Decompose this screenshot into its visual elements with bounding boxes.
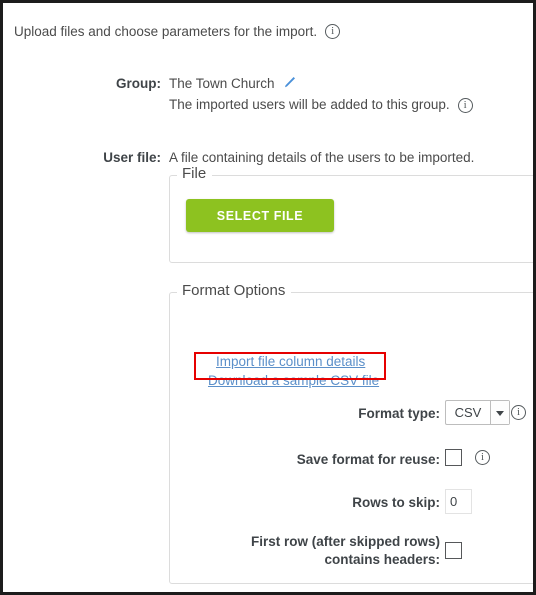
format-options-fieldset: Format Options Import file column detail… — [169, 282, 533, 584]
import-file-column-details-link[interactable]: Import file column details — [216, 354, 365, 369]
user-file-description: A file containing details of the users t… — [169, 150, 475, 165]
group-description-row: The imported users will be added to this… — [169, 97, 473, 113]
info-icon[interactable] — [457, 97, 473, 113]
import-users-panel: Upload files and choose parameters for t… — [0, 0, 536, 595]
save-format-label: Save format for reuse: — [296, 452, 440, 467]
pencil-icon[interactable] — [282, 76, 296, 90]
rows-to-skip-label: Rows to skip: — [352, 495, 440, 510]
group-description: The imported users will be added to this… — [169, 97, 450, 112]
first-row-headers-label: First row (after skipped rows) contains … — [220, 533, 440, 569]
user-file-label: User file: — [103, 150, 161, 165]
rows-to-skip-input[interactable] — [445, 489, 472, 514]
info-icon[interactable] — [325, 23, 341, 39]
file-fieldset-legend: File — [177, 165, 213, 182]
panel-content: Upload files and choose parameters for t… — [3, 3, 533, 592]
first-row-headers-checkbox[interactable] — [445, 542, 462, 559]
file-fieldset: File SELECT FILE — [169, 165, 533, 263]
format-type-select[interactable]: CSV — [445, 400, 510, 425]
download-sample-csv-link[interactable]: Download a sample CSV file — [208, 373, 379, 388]
info-icon[interactable] — [475, 450, 490, 465]
format-type-value: CSV — [454, 405, 482, 420]
chevron-down-icon[interactable] — [490, 401, 509, 424]
intro-line: Upload files and choose parameters for t… — [14, 23, 341, 39]
info-icon[interactable] — [511, 405, 526, 420]
format-options-legend: Format Options — [177, 282, 292, 299]
intro-text: Upload files and choose parameters for t… — [14, 23, 318, 39]
group-label: Group: — [116, 76, 161, 91]
first-row-headers-label-line1: First row (after skipped rows) — [250, 534, 440, 549]
group-value-row: The Town Church — [169, 76, 296, 91]
save-format-checkbox[interactable] — [445, 449, 462, 466]
group-name: The Town Church — [169, 76, 275, 91]
first-row-headers-label-line2: contains headers: — [324, 552, 440, 567]
format-type-label: Format type: — [358, 406, 440, 421]
select-file-button[interactable]: SELECT FILE — [186, 199, 334, 232]
